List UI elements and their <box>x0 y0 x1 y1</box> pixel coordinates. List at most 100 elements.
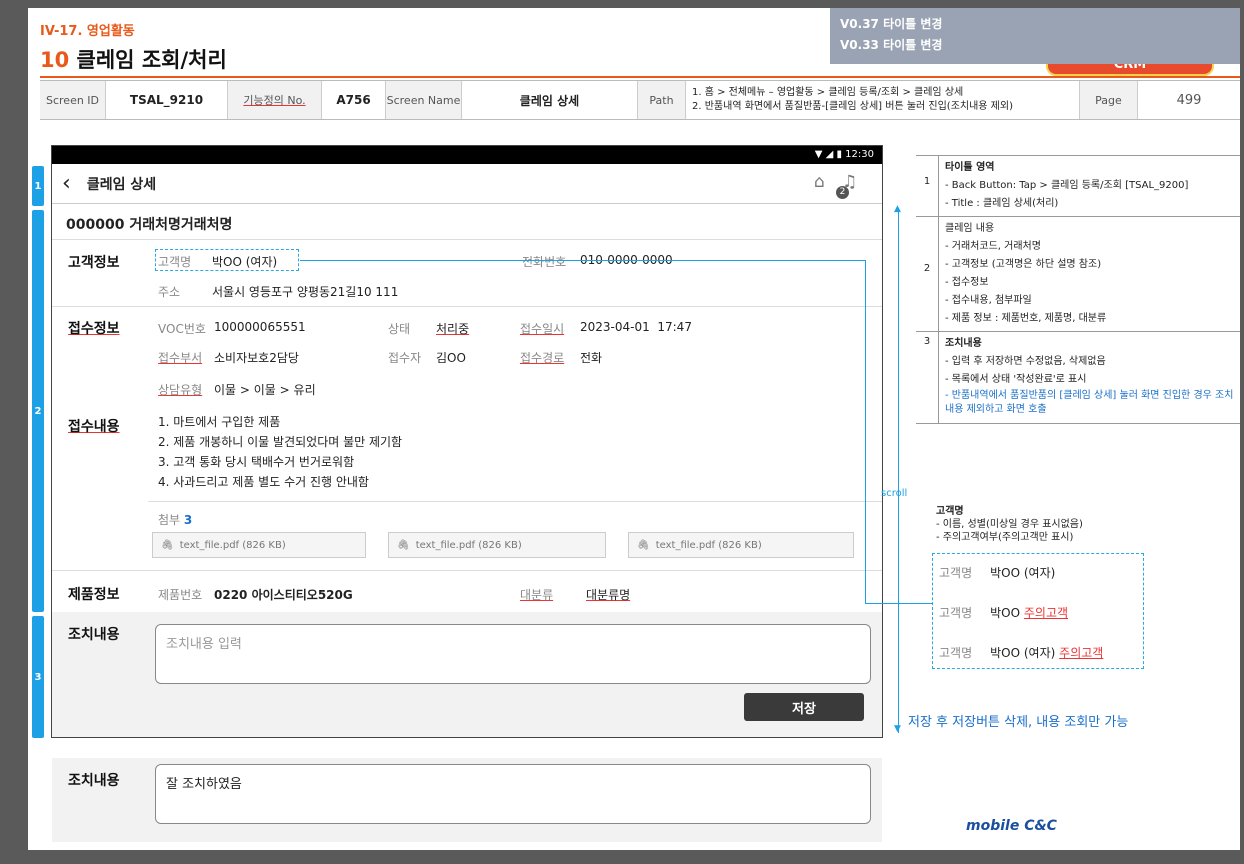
customer-name-label: 고객명 <box>158 255 192 269</box>
customer-heading: 고객정보 <box>68 255 120 271</box>
page-number: 499 <box>1176 92 1202 108</box>
status-label: 상태 <box>388 322 411 336</box>
func-no: A756 <box>322 81 386 119</box>
attachment-item[interactable]: 🖇 text_file.pdf (826 KB) <box>628 532 854 558</box>
attachment-item[interactable]: 🖇 text_file.pdf (826 KB) <box>388 532 606 558</box>
completed-action-heading: 조치내용 <box>68 773 120 789</box>
phone-label: 전화번호 <box>522 255 567 269</box>
path-label: Path <box>638 81 686 119</box>
warn-tag: 주의고객 <box>1059 646 1104 660</box>
content-line: 1. 마트에서 구입한 제품 <box>158 415 281 429</box>
paperclip-icon: 🖇 <box>637 539 650 551</box>
back-icon[interactable]: ‹ <box>62 171 71 196</box>
variant-value: 박OO (여자) 주의고객 <box>990 644 1103 661</box>
product-no: 0220 아이스티티오520G <box>214 588 353 602</box>
category-label: 대분류 <box>520 588 554 602</box>
save-button[interactable]: 저장 <box>744 693 864 721</box>
desc-row: 2 클레임 내용 - 거래처코드, 거래처명 - 고객정보 (고객명은 하단 설… <box>916 217 1240 332</box>
attachment-name: text_file.pdf (826 KB) <box>179 539 286 551</box>
description-table: 1 타이틀 영역 - Back Button: Tap > 클레임 등록/조회 … <box>916 155 1240 424</box>
content-heading: 접수내용 <box>68 419 120 435</box>
warn-tag: 주의고객 <box>1023 606 1069 620</box>
screen-id: TSAL_9210 <box>106 81 228 119</box>
desc-item: - Back Button: Tap > 클레임 등록/조회 [TSAL_920… <box>945 180 1189 191</box>
divider <box>52 306 882 307</box>
path-line: 1. 홈 > 전체메뉴 – 영업활동 > 클레임 등록/조회 > 클레임 상세 <box>692 87 964 98</box>
completed-action-panel: 조치내용 잘 조치하였음 <box>52 758 882 842</box>
desc-num: 1 <box>923 176 931 187</box>
address-label: 주소 <box>158 285 181 299</box>
screen-name-label: Screen Name <box>386 81 462 119</box>
desc-body: 클레임 내용 - 거래처코드, 거래처명 - 고객정보 (고객명은 하단 설명 … <box>938 217 1240 331</box>
connector-line <box>300 260 866 261</box>
action-input[interactable]: 조치내용 입력 <box>155 624 871 684</box>
variant-value: 박OO 주의고객 <box>990 604 1068 621</box>
receipt-heading: 접수정보 <box>68 321 120 337</box>
action-heading: 조치내용 <box>68 627 120 643</box>
desc-num: 3 <box>923 336 931 347</box>
variant-row: 고객명 박OO (여자) 주의고객 <box>939 644 1103 661</box>
page-label: Page <box>1080 81 1138 119</box>
person-value: 김OO <box>436 351 466 365</box>
desc-item: - Title : 클레임 상세(처리) <box>945 198 1059 209</box>
path-text: 1. 홈 > 전체메뉴 – 영업활동 > 클레임 등록/조회 > 클레임 상세 … <box>686 81 1080 119</box>
scroll-label: scroll <box>881 488 908 499</box>
type-label: 상담유형 <box>158 383 203 397</box>
func-label-text: 기능정의 No. <box>243 94 306 107</box>
marker-3: 3 <box>32 616 44 738</box>
version-note: V0.37 타이틀 변경 <box>840 17 943 31</box>
route-value: 전화 <box>580 351 603 365</box>
title-rule <box>40 76 1240 78</box>
status-bar: ▼ ◢ ▮ 12:30 <box>52 146 882 164</box>
device-screen: ▼ ◢ ▮ 12:30 ‹ 클레임 상세 ⌂ ♫ 2 000000 거래처명거래… <box>51 145 883 738</box>
attach-label-text: 첨부 <box>158 513 181 527</box>
desc-title: 타이틀 영역 <box>945 162 995 173</box>
func-label: 기능정의 No. <box>228 81 322 119</box>
section-label: IV-17. 영업활동 <box>40 24 135 39</box>
type-value: 이물 > 이물 > 유리 <box>214 383 316 397</box>
marker-2: 2 <box>32 210 44 612</box>
screen-info-table: Screen ID TSAL_9210 기능정의 No. A756 Screen… <box>40 80 1240 120</box>
paperclip-icon: 🖇 <box>397 539 410 551</box>
connector-line <box>865 603 933 604</box>
date-label: 접수일시 <box>520 322 565 336</box>
spec-sheet: IV-17. 영업활동 10 클레임 조회/처리 CRM V0.37 타이틀 변… <box>28 8 1240 850</box>
page-title: 10 클레임 조회/처리 <box>40 44 227 74</box>
variant-row: 고객명 박OO 주의고객 <box>939 604 1068 621</box>
completed-action-text: 잘 조치하였음 <box>155 764 871 824</box>
content-line: 2. 제품 개봉하니 이물 발견되었다며 불만 제기함 <box>158 435 403 449</box>
company-logo: mobile C&C <box>966 818 1057 834</box>
version-notes: V0.37 타이틀 변경 V0.33 타이틀 변경 <box>830 8 1240 64</box>
desc-body: 조치내용 - 입력 후 저장하면 수정없음, 삭제없음 - 목록에서 상태 '작… <box>938 332 1240 423</box>
desc-item: - 제품 정보 : 제품번호, 제품명, 대분류 <box>945 313 1107 324</box>
desc-item-blue: - 반품내역에서 품질반품의 [클레임 상세] 눌러 화면 진입한 경우 조치내… <box>945 390 1234 415</box>
desc-item: - 입력 후 저장하면 수정없음, 삭제없음 <box>945 356 1106 367</box>
arrow-down-icon: ▼ <box>894 724 901 734</box>
title-number: 10 <box>40 48 70 72</box>
divider <box>52 239 882 240</box>
title-text: 클레임 조회/처리 <box>76 48 227 72</box>
variant-label: 고객명 <box>939 606 973 620</box>
screen-name: 클레임 상세 <box>462 81 638 119</box>
app-title-bar: ‹ 클레임 상세 ⌂ ♫ 2 <box>52 164 882 204</box>
content-lines: 1. 마트에서 구입한 제품 2. 제품 개봉하니 이물 발견되었다며 불만 제… <box>158 412 402 492</box>
attachment-item[interactable]: 🖇 text_file.pdf (826 KB) <box>152 532 366 558</box>
desc-title: 조치내용 <box>945 338 982 349</box>
customer-name-notes: 고객명 - 이름, 성별(미상일 경우 표시없음) - 주의고객여부(주의고객만… <box>936 505 1083 544</box>
content-line: 3. 고객 통화 당시 택배수거 번거로워함 <box>158 455 355 469</box>
attach-label: 첨부 3 <box>158 511 192 528</box>
desc-item: - 접수정보 <box>945 277 989 288</box>
desc-item: - 목록에서 상태 '작성완료'로 표시 <box>945 374 1087 385</box>
action-area: 조치내용 조치내용 입력 저장 <box>52 612 882 737</box>
home-icon[interactable]: ⌂ <box>814 172 825 192</box>
desc-num: 2 <box>923 263 931 274</box>
person-label: 접수자 <box>388 351 422 365</box>
notes-line: - 이름, 성별(미상일 경우 표시없음) <box>936 519 1083 530</box>
desc-body: 타이틀 영역 - Back Button: Tap > 클레임 등록/조회 [T… <box>938 156 1240 216</box>
content-line: 4. 사과드리고 제품 별도 수거 진행 안내함 <box>158 475 369 489</box>
variant-name: 박OO <box>990 606 1021 620</box>
marker-1: 1 <box>32 166 44 206</box>
desc-item: - 접수내용, 첨부파일 <box>945 295 1032 306</box>
desc-row: 1 타이틀 영역 - Back Button: Tap > 클레임 등록/조회 … <box>916 156 1240 217</box>
attachment-name: text_file.pdf (826 KB) <box>415 539 522 551</box>
